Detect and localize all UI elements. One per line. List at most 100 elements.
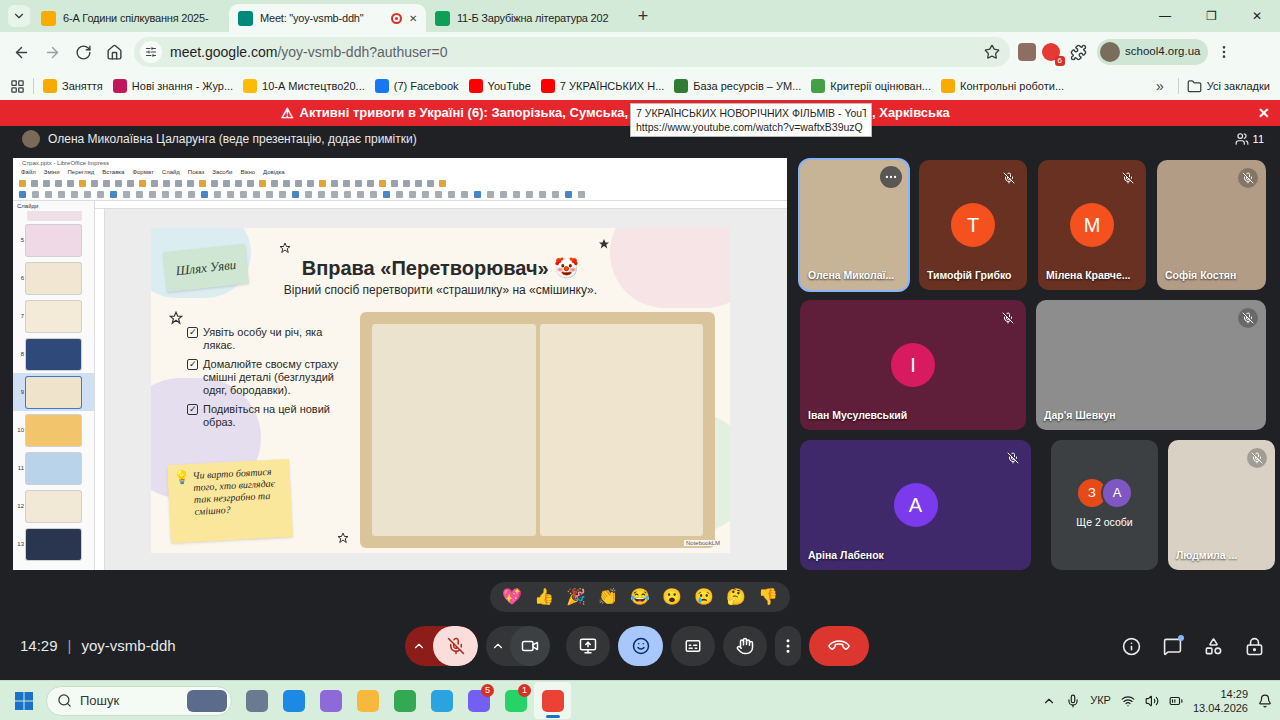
participant-tile[interactable]: ІІван Мусулевський	[800, 300, 1026, 430]
browser-tab[interactable]: Meet: "yoy-vsmb-ddh"✕	[229, 4, 426, 32]
taskbar-app[interactable]: 5	[460, 682, 497, 719]
toolbar-icon[interactable]	[500, 191, 507, 198]
bookmark[interactable]: База ресурсів – УМ...	[669, 74, 806, 98]
toolbar-icon[interactable]	[19, 180, 26, 187]
toolbar-icon[interactable]	[136, 191, 143, 198]
toolbar-icon[interactable]	[427, 180, 434, 187]
toolbar-icon[interactable]	[379, 180, 386, 187]
reaction-button[interactable]: 💖	[502, 589, 522, 605]
toolbar-icon[interactable]	[318, 191, 325, 198]
reaction-button[interactable]: 👍	[534, 589, 554, 605]
toolbar-icon[interactable]	[474, 191, 481, 198]
info-icon[interactable]	[1122, 637, 1141, 656]
toolbar-icon[interactable]	[79, 180, 86, 187]
toolbar-icon[interactable]	[487, 191, 494, 198]
toolbar-icon[interactable]	[97, 191, 104, 198]
omnibox[interactable]: meet.google.com/yoy-vsmb-ddh?authuser=0	[134, 37, 1010, 67]
toolbar-icon[interactable]	[139, 180, 146, 187]
toolbar-icon[interactable]	[201, 191, 208, 198]
toolbar-icon[interactable]	[163, 180, 170, 187]
toolbar-icon[interactable]	[292, 191, 299, 198]
toolbar-icon[interactable]	[71, 191, 78, 198]
toolbar-icon[interactable]	[199, 180, 206, 187]
toolbar-icon[interactable]	[331, 191, 338, 198]
toolbar-icon[interactable]	[526, 191, 533, 198]
bookmark[interactable]: Контрольні роботи...	[936, 74, 1069, 98]
toolbar-icon[interactable]	[383, 191, 390, 198]
toolbar-icon[interactable]	[552, 191, 559, 198]
toolbar-icon[interactable]	[391, 180, 398, 187]
toolbar-icon[interactable]	[235, 180, 242, 187]
participant-tile[interactable]: Дар'я Шевкун	[1036, 300, 1266, 430]
taskbar-app[interactable]	[534, 682, 571, 719]
slide-thumbnail[interactable]: 6	[13, 259, 94, 297]
toolbar-icon[interactable]	[67, 180, 74, 187]
toolbar-icon[interactable]	[295, 180, 302, 187]
toolbar-icon[interactable]	[279, 191, 286, 198]
participant-tile[interactable]: ААріна Лабенок	[800, 440, 1031, 570]
toolbar-icon[interactable]	[403, 180, 410, 187]
tray-overflow-icon[interactable]	[1042, 694, 1056, 708]
toolbar-icon[interactable]	[461, 191, 468, 198]
bookmark[interactable]: YouTube	[464, 74, 536, 98]
toolbar-icon[interactable]	[283, 180, 290, 187]
toolbar-icon[interactable]	[58, 191, 65, 198]
toolbar-icon[interactable]	[162, 191, 169, 198]
notifications-icon[interactable]	[1258, 694, 1272, 708]
profile-button[interactable]: school4.org.ua	[1097, 39, 1208, 65]
slide-thumbnail[interactable]: 9	[13, 373, 94, 411]
participant-tile[interactable]: Софія Костян	[1157, 160, 1266, 290]
bookmark[interactable]: Критерії оцінюван...	[806, 74, 936, 98]
toolbar-icon[interactable]	[110, 191, 117, 198]
reactions-button[interactable]	[618, 626, 663, 666]
activities-icon[interactable]	[1204, 637, 1223, 656]
menu-item[interactable]: Вікно	[240, 169, 255, 175]
toolbar-icon[interactable]	[435, 191, 442, 198]
toolbar-icon[interactable]	[91, 180, 98, 187]
toolbar-icon[interactable]	[355, 180, 362, 187]
menu-item[interactable]: Довідка	[263, 169, 285, 175]
browser-tab[interactable]: 11-Б Зарубіжна література 202	[426, 4, 623, 32]
bookmark[interactable]: Заняття	[38, 74, 108, 98]
taskbar-app[interactable]	[386, 682, 423, 719]
browser-tab[interactable]: 6-А Години спілкування 2025-	[32, 4, 229, 32]
browser-menu-button[interactable]	[1214, 44, 1234, 60]
menu-item[interactable]: Вставка	[102, 169, 124, 175]
tab-close-button[interactable]: ✕	[409, 11, 417, 26]
toolbar-icon[interactable]	[439, 180, 446, 187]
alert-close-button[interactable]: ✕	[1258, 103, 1270, 124]
toolbar-icon[interactable]	[271, 180, 278, 187]
present-button[interactable]	[566, 626, 610, 666]
toolbar-icon[interactable]	[227, 191, 234, 198]
window-control[interactable]: ✕	[1234, 0, 1280, 32]
more-participants-tile[interactable]: ЗАЩе 2 особи	[1051, 440, 1158, 570]
slide-thumbnail[interactable]: 8	[13, 335, 94, 373]
toolbar-icon[interactable]	[513, 191, 520, 198]
toolbar-icon[interactable]	[357, 191, 364, 198]
extension-icon[interactable]: 6	[1042, 43, 1060, 61]
camera-control[interactable]	[486, 626, 550, 666]
taskbar-app[interactable]	[423, 682, 460, 719]
nav-button[interactable]	[99, 37, 130, 68]
toolbar-icon[interactable]	[223, 180, 230, 187]
menu-item[interactable]: Засоби	[212, 169, 232, 175]
toolbar-icon[interactable]	[415, 180, 422, 187]
slide-thumbnail[interactable]: 7	[13, 297, 94, 335]
toolbar-icon[interactable]	[84, 191, 91, 198]
bookmark[interactable]: 10-А Мистецтво20...	[238, 74, 370, 98]
taskbar-app[interactable]: 1	[497, 682, 534, 719]
toolbar-icon[interactable]	[253, 191, 260, 198]
slide-thumbnail[interactable]: 11	[13, 449, 94, 487]
more-options-button[interactable]	[880, 166, 902, 188]
taskbar-app[interactable]	[238, 682, 275, 719]
toolbar-icon[interactable]	[367, 180, 374, 187]
mic-control[interactable]	[405, 626, 478, 666]
bookmarks-overflow-button[interactable]: »	[1156, 76, 1164, 97]
toolbar-icon[interactable]	[409, 191, 416, 198]
leave-call-button[interactable]	[809, 626, 869, 666]
reaction-button[interactable]: 🎉	[566, 589, 586, 605]
reaction-button[interactable]: 😢	[694, 589, 714, 605]
menu-item[interactable]: Зміни	[44, 169, 60, 175]
toolbar-icon[interactable]	[31, 180, 38, 187]
windows-start-icon[interactable]	[14, 691, 34, 711]
